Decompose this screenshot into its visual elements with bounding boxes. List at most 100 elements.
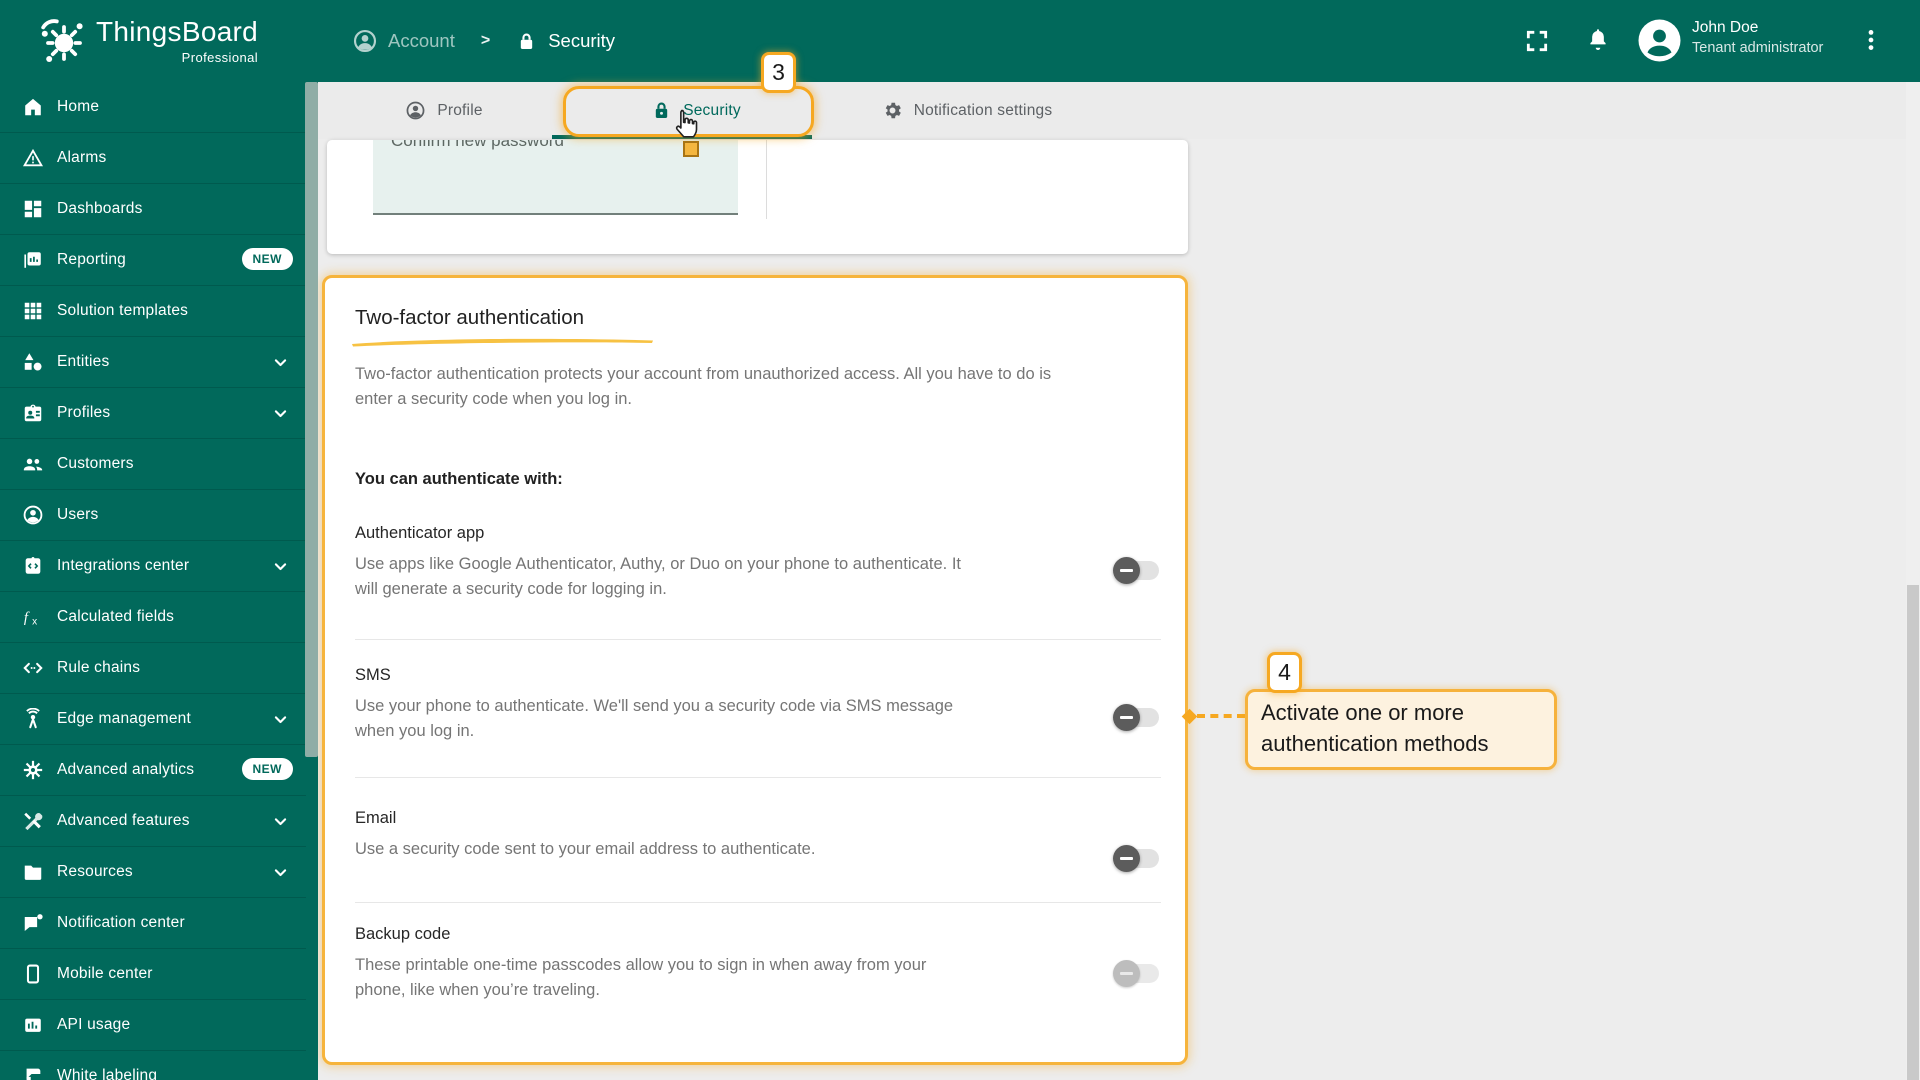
api-usage-icon xyxy=(22,1014,44,1036)
sidebar-item-label: Users xyxy=(57,506,99,523)
sidebar-item-rule-chains[interactable]: Rule chains xyxy=(0,643,306,694)
change-password-card: Confirm new password xyxy=(327,140,1188,254)
fullscreen-button[interactable] xyxy=(1524,28,1550,54)
row-divider xyxy=(355,639,1161,640)
sidebar-item-label: Rule chains xyxy=(57,659,141,676)
breadcrumb-account[interactable]: Account xyxy=(388,30,455,52)
sidebar-item-label: White labeling xyxy=(57,1067,158,1080)
thingsboard-security-page: ThingsBoard Professional Account > Secur… xyxy=(0,0,1920,1080)
row-divider xyxy=(355,777,1161,778)
method-sms: SMS Use your phone to authenticate. We'l… xyxy=(355,666,1055,744)
sidebar-item-advanced-features[interactable]: Advanced features xyxy=(0,796,306,847)
chevron-down-icon xyxy=(272,558,289,575)
sidebar-item-label: Notification center xyxy=(57,914,185,931)
users-icon xyxy=(22,504,44,526)
tooltip-text: Activate one or more authentication meth… xyxy=(1261,700,1489,756)
sidebar-item-entities[interactable]: Entities xyxy=(0,337,306,388)
method-name: Email xyxy=(355,809,397,827)
tab-notification-settings[interactable]: Notification settings xyxy=(822,82,1112,139)
sidebar-item-users[interactable]: Users xyxy=(0,490,306,541)
sidebar-item-calculated-fields[interactable]: Calculated fields xyxy=(0,592,306,643)
sidebar-item-advanced-analytics[interactable]: Advanced analytics NEW xyxy=(0,745,306,796)
top-header: ThingsBoard Professional Account > Secur… xyxy=(0,0,1920,82)
breadcrumb-security: Security xyxy=(548,30,616,51)
notification-center-icon xyxy=(22,912,44,934)
sidebar-item-label: Mobile center xyxy=(57,965,153,982)
advanced-features-icon xyxy=(22,810,44,832)
click-marker xyxy=(683,141,699,157)
sidebar-item-integrations-center[interactable]: Integrations center xyxy=(0,541,306,592)
sidebar: Home Alarms Dashboards Reporting NEW Sol… xyxy=(0,82,318,1080)
sidebar-item-api-usage[interactable]: API usage xyxy=(0,1000,306,1051)
method-name: Authenticator app xyxy=(355,524,485,542)
email-toggle[interactable] xyxy=(1113,844,1159,872)
sidebar-item-label: Dashboards xyxy=(57,200,143,217)
method-description: These printable one-time passcodes allow… xyxy=(355,956,927,999)
sidebar-item-notification-center[interactable]: Notification center xyxy=(0,898,306,949)
account-tabbar: Profile Security Notification settings xyxy=(318,82,1920,139)
more-menu-button[interactable] xyxy=(1858,27,1884,53)
sidebar-item-label: API usage xyxy=(57,1016,131,1033)
sidebar-item-alarms[interactable]: Alarms xyxy=(0,133,306,184)
sidebar-item-home[interactable]: Home xyxy=(0,82,306,133)
tab-profile[interactable]: Profile xyxy=(318,82,570,139)
user-role: Tenant administrator xyxy=(1692,40,1824,56)
sidebar-item-label: Calculated fields xyxy=(57,608,175,625)
alarm-icon xyxy=(22,147,44,169)
sidebar-item-label: Integrations center xyxy=(57,557,190,574)
toggle-thumb-off xyxy=(1113,557,1140,584)
new-badge: NEW xyxy=(241,248,293,270)
active-tab-underline xyxy=(552,135,812,139)
notifications-bell-button[interactable] xyxy=(1585,26,1611,52)
confirm-new-password-label: Confirm new password xyxy=(391,140,564,150)
account-circle-icon xyxy=(352,28,378,54)
sidebar-item-dashboards[interactable]: Dashboards xyxy=(0,184,306,235)
integrations-icon xyxy=(22,555,44,577)
home-icon xyxy=(22,96,44,118)
sidebar-item-label: Resources xyxy=(57,863,133,880)
sidebar-item-profiles[interactable]: Profiles xyxy=(0,388,306,439)
chevron-down-icon xyxy=(272,354,289,371)
sidebar-item-reporting[interactable]: Reporting NEW xyxy=(0,235,306,286)
sidebar-item-resources[interactable]: Resources xyxy=(0,847,306,898)
sidebar-item-label: Reporting xyxy=(57,251,127,268)
breadcrumb: Account > Security xyxy=(352,0,615,82)
mobile-center-icon xyxy=(22,963,44,985)
sidebar-item-edge-management[interactable]: Edge management xyxy=(0,694,306,745)
sidebar-nav-list: Home Alarms Dashboards Reporting NEW Sol… xyxy=(0,82,306,1080)
toggle-thumb-off xyxy=(1113,960,1140,987)
sidebar-item-label: Edge management xyxy=(57,710,191,727)
method-backup-code: Backup code These printable one-time pas… xyxy=(355,925,1055,1003)
sidebar-item-label: Alarms xyxy=(57,149,107,166)
logo-subtitle: Professional xyxy=(181,50,258,65)
sidebar-item-label: Home xyxy=(57,98,100,115)
step3-badge: 3 xyxy=(761,52,796,93)
backup-code-toggle[interactable] xyxy=(1113,959,1159,987)
row-divider xyxy=(355,902,1161,903)
chevron-down-icon xyxy=(272,405,289,422)
sidebar-item-solution-templates[interactable]: Solution templates xyxy=(0,286,306,337)
thingsboard-logo-icon xyxy=(38,17,86,65)
step4-tooltip: Activate one or more authentication meth… xyxy=(1245,689,1557,770)
resources-icon xyxy=(22,861,44,883)
sms-toggle[interactable] xyxy=(1113,703,1159,731)
twofa-title: Two-factor authentication xyxy=(355,306,585,329)
authenticator-app-toggle[interactable] xyxy=(1113,556,1159,584)
profiles-icon xyxy=(22,402,44,424)
method-email: Email Use a security code sent to your e… xyxy=(355,809,1055,862)
lock-icon xyxy=(516,31,537,52)
dashboards-icon xyxy=(22,198,44,220)
rule-chains-icon xyxy=(22,657,44,679)
sidebar-item-label: Entities xyxy=(57,353,110,370)
white-labeling-icon xyxy=(22,1065,44,1080)
sidebar-item-customers[interactable]: Customers xyxy=(0,439,306,490)
user-avatar[interactable] xyxy=(1638,19,1681,62)
logo-title: ThingsBoard xyxy=(96,16,259,47)
callout-connector-dashes xyxy=(1197,714,1245,718)
sidebar-scrollbar-thumb[interactable] xyxy=(305,82,318,757)
method-name: SMS xyxy=(355,666,391,684)
sidebar-item-mobile-center[interactable]: Mobile center xyxy=(0,949,306,1000)
sidebar-item-label: Customers xyxy=(57,455,134,472)
sidebar-item-white-labeling[interactable]: White labeling xyxy=(0,1051,306,1080)
page-scrollbar-thumb[interactable] xyxy=(1907,585,1919,1080)
